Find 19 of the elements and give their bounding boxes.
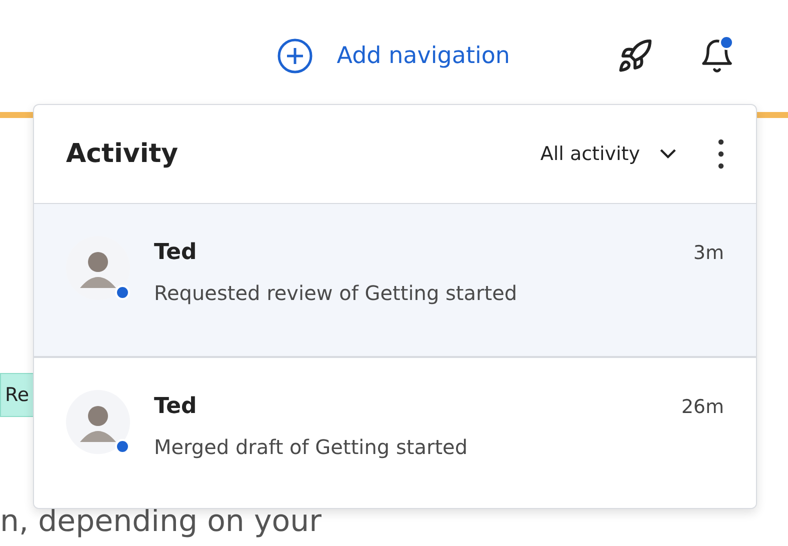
user-name: Ted: [154, 240, 197, 265]
activity-item[interactable]: Ted 26m Merged draft of Getting started: [34, 356, 756, 508]
rocket-icon: [617, 38, 653, 74]
chevron-down-icon: [658, 148, 678, 160]
timestamp: 3m: [693, 242, 724, 264]
avatar: [66, 390, 130, 454]
activity-item[interactable]: Ted 3m Requested review of Getting started: [34, 204, 756, 356]
plus-circle-icon: [276, 38, 313, 74]
activity-message: Requested review of Getting started: [154, 281, 518, 305]
status-tag: Re: [0, 373, 34, 417]
user-name: Ted: [154, 394, 197, 419]
bell-icon: [699, 38, 735, 74]
more-options-icon[interactable]: [718, 139, 724, 169]
add-navigation-button[interactable]: Add navigation: [276, 38, 510, 74]
timestamp: 26m: [681, 396, 724, 418]
activity-filter-dropdown[interactable]: All activity: [540, 143, 678, 165]
activity-message: Merged draft of Getting started: [154, 435, 469, 459]
panel-title: Activity: [66, 139, 180, 169]
body-text: n, depending on your: [0, 505, 322, 539]
